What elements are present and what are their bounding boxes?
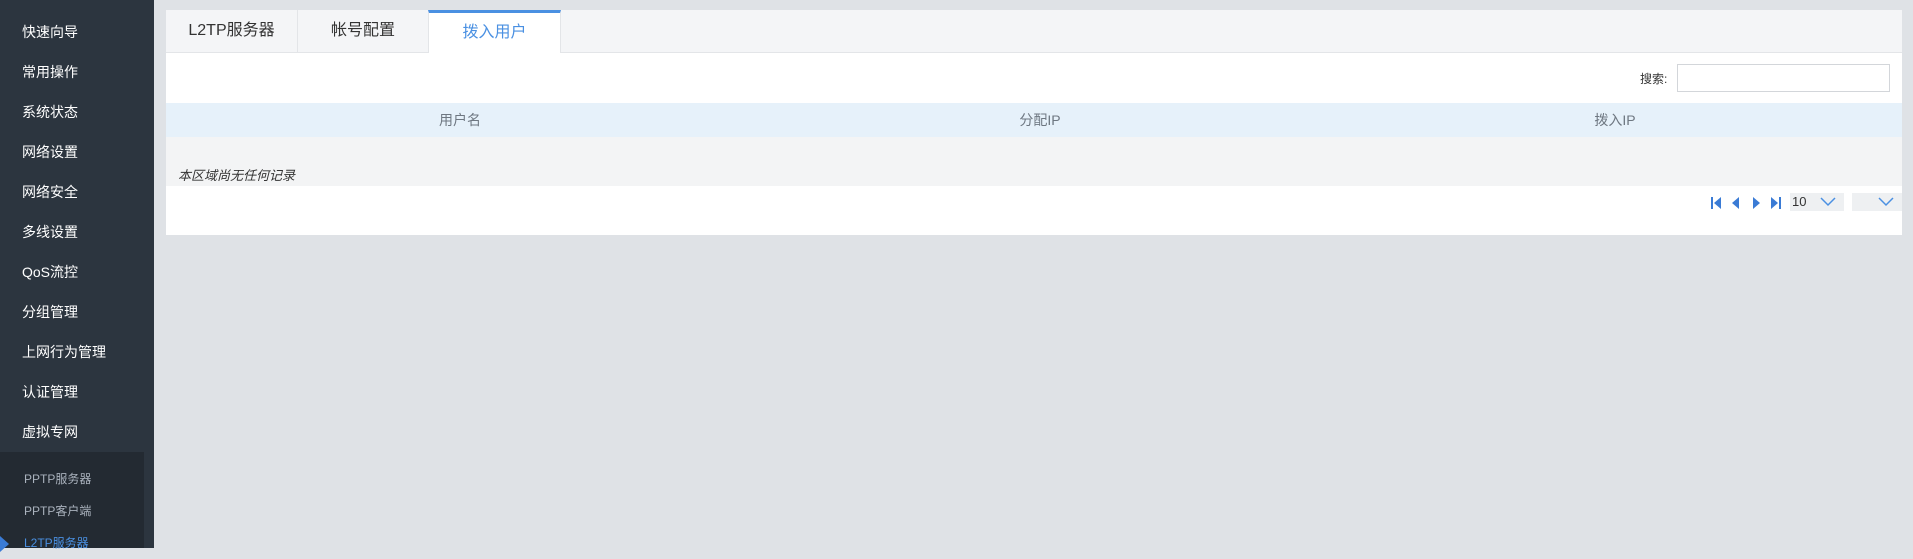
chevron-down-icon: [1878, 197, 1894, 207]
search-input[interactable]: [1677, 64, 1890, 92]
nav-item-system-status[interactable]: 系统状态: [0, 92, 154, 132]
page-size-select[interactable]: 10: [1790, 193, 1844, 211]
nav-item-network-security[interactable]: 网络安全: [0, 172, 154, 212]
column-header-username[interactable]: 用户名: [439, 103, 481, 137]
tab-l2tp-server[interactable]: L2TP服务器: [166, 10, 298, 52]
tab-bar: L2TP服务器 帐号配置 拨入用户: [166, 10, 1902, 53]
active-marker-icon: [0, 536, 9, 552]
table-header: 用户名 分配IP 拨入IP: [166, 103, 1902, 137]
nav-item-vpn[interactable]: 虚拟专网: [0, 412, 154, 452]
submenu-item-pptp-client[interactable]: PPTP客户端: [0, 495, 144, 527]
last-page-icon[interactable]: [1770, 196, 1782, 210]
next-page-icon[interactable]: [1750, 196, 1762, 210]
main-panel: L2TP服务器 帐号配置 拨入用户 搜索: 用户名 分配IP 拨入IP 本区域尚…: [166, 10, 1902, 235]
chevron-down-icon: [1820, 197, 1836, 207]
nav-item-network-settings[interactable]: 网络设置: [0, 132, 154, 172]
search-label: 搜索:: [1640, 72, 1668, 86]
nav-item-quick-guide[interactable]: 快速向导: [0, 12, 154, 52]
tab-dial-in-users[interactable]: 拨入用户: [428, 10, 561, 53]
page-size-value: 10: [1792, 194, 1807, 209]
pagination: 10: [1710, 193, 1902, 213]
nav-item-behavior-management[interactable]: 上网行为管理: [0, 332, 154, 372]
table-empty-row: 本区域尚无任何记录: [166, 137, 1902, 186]
column-header-dial-in-ip[interactable]: 拨入IP: [1594, 103, 1635, 137]
tab-account-config[interactable]: 帐号配置: [298, 10, 429, 52]
nav-item-group-management[interactable]: 分组管理: [0, 292, 154, 332]
sidebar: 快速向导 常用操作 系统状态 网络设置 网络安全 多线设置 QoS流控 分组管理…: [0, 0, 154, 552]
submenu-item-l2tp-server[interactable]: L2TP服务器: [0, 527, 144, 559]
nav-item-auth-management[interactable]: 认证管理: [0, 372, 154, 412]
nav-item-common-operations[interactable]: 常用操作: [0, 52, 154, 92]
submenu-item-pptp-server[interactable]: PPTP服务器: [0, 463, 144, 495]
vpn-submenu: PPTP服务器 PPTP客户端 L2TP服务器: [0, 452, 144, 552]
empty-message: 本区域尚无任何记录: [178, 168, 296, 183]
prev-page-icon[interactable]: [1730, 196, 1742, 210]
nav-item-qos[interactable]: QoS流控: [0, 252, 154, 292]
nav-item-multi-line[interactable]: 多线设置: [0, 212, 154, 252]
column-header-assigned-ip[interactable]: 分配IP: [1019, 103, 1060, 137]
first-page-icon[interactable]: [1710, 196, 1722, 210]
page-select[interactable]: [1852, 193, 1902, 211]
